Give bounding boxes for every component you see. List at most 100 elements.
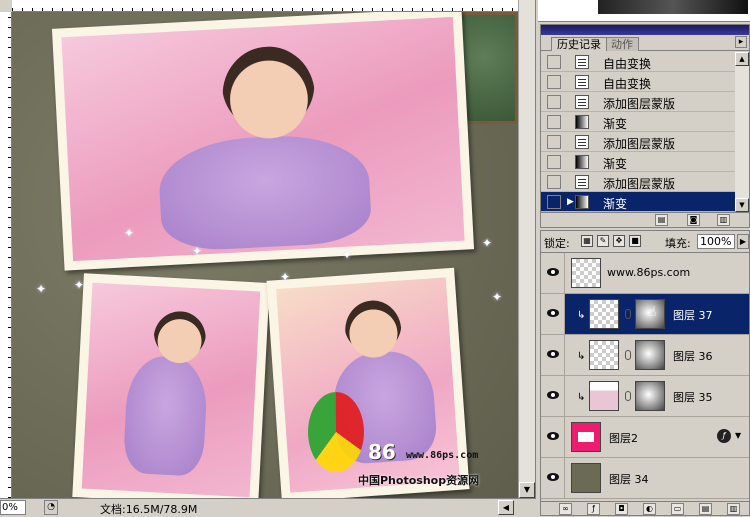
history-item-selected[interactable]: ▶ 渐变 [541,192,735,212]
link-chain-icon[interactable] [625,391,631,401]
layer-thumbnail[interactable] [589,340,619,370]
doc-icon [575,175,589,189]
visibility-toggle[interactable] [541,294,565,334]
history-item[interactable]: 自由变换 [541,52,735,72]
history-item[interactable]: 渐变 [541,152,735,172]
tab-actions[interactable]: 动作 [605,37,639,51]
canvas[interactable]: ✦ ✦ ✦ ✦ ✦ ✦ ✦ ✦ 86 www.86ps.com 中国Photos… [12,12,518,498]
adjustment-layer-icon[interactable]: ◐ [643,503,656,515]
history-item-label: 渐变 [603,197,628,211]
snapshot-checkbox[interactable] [547,115,561,129]
trash-icon[interactable]: ▥ [717,214,730,226]
visibility-toggle[interactable] [541,335,565,375]
layer-effects-icon[interactable]: ƒ [717,429,731,443]
status-menu-button[interactable]: ◔ [44,500,58,515]
navigator-thumbnail [598,0,748,14]
snapshot-checkbox[interactable] [547,55,561,69]
layer-name[interactable]: 图层 35 [673,389,713,405]
panel-titlebar[interactable] [541,25,749,35]
layer-row-selected[interactable]: ↳ ☝ 图层 37 [541,294,749,335]
history-list: 自由变换 自由变换 添加图层蒙版 渐变 添加图层蒙版 渐变 添加图层蒙版 ▶ 渐… [541,52,735,212]
layer-name[interactable]: 图层 34 [609,471,649,487]
history-footer: ▤ ◙ ▥ [541,212,749,227]
scroll-up-button[interactable]: ▲ [735,52,749,66]
history-item[interactable]: 添加图层蒙版 [541,132,735,152]
layer-mask-thumbnail[interactable] [635,340,665,370]
visibility-toggle[interactable] [541,417,565,457]
layer-name[interactable]: 图层 36 [673,348,713,364]
layer-row[interactable]: ↳ 图层 36 [541,335,749,376]
scroll-left-button[interactable]: ◀ [498,500,514,515]
link-layers-icon[interactable]: ∞ [559,503,572,515]
tab-history[interactable]: 历史记录 [551,37,607,51]
layer-thumbnail[interactable] [589,299,619,329]
layer-thumbnail[interactable] [571,463,601,493]
doc-icon [575,95,589,109]
eye-icon [547,309,559,317]
watermark: 86 www.86ps.com 中国Photoshop资源网 [308,392,508,492]
layer-row[interactable]: 图层 34 [541,458,749,499]
panel-menu-arrow-icon[interactable]: ▸ [735,36,747,48]
layer-row[interactable]: ↳ 图层 35 [541,376,749,417]
new-layer-icon[interactable]: ▤ [699,503,712,515]
visibility-toggle[interactable] [541,458,565,498]
86ps-logo-icon [308,392,364,472]
snapshot-checkbox[interactable] [547,75,561,89]
history-item[interactable]: 添加图层蒙版 [541,92,735,112]
history-item[interactable]: 渐变 [541,112,735,132]
sparkle-icon: ✦ [124,226,135,240]
history-state-pointer-icon[interactable]: ▶ [567,197,574,207]
layer-name[interactable]: 图层2 [609,430,638,446]
layer-name[interactable]: 图层 37 [673,307,713,323]
link-chain-icon[interactable] [625,350,631,360]
snapshot-checkbox[interactable] [547,195,561,209]
visibility-toggle[interactable] [541,376,565,416]
layer-style-icon[interactable]: ƒ [587,503,600,515]
layer-list: www.86ps.com ↳ ☝ 图层 37 ↳ 图层 36 ↳ 图层 35 图… [541,253,749,499]
snapshot-camera-icon[interactable]: ◙ [687,214,700,226]
layer-row[interactable]: www.86ps.com [541,253,749,294]
trash-icon[interactable]: ▥ [727,503,740,515]
gradient-icon [575,195,589,209]
lock-brush-icon[interactable]: ✎ [597,235,609,247]
lock-move-icon[interactable]: ✥ [613,235,625,247]
fill-slider-arrow-icon[interactable]: ▶ [737,234,749,249]
layer-thumbnail[interactable] [571,258,601,288]
link-chain-icon[interactable] [625,309,631,319]
zoom-field[interactable]: 0% [0,500,26,515]
document-size: 文档:16.5M/78.9M [100,503,198,516]
layer-thumbnail[interactable] [571,422,601,452]
layer-name[interactable]: www.86ps.com [607,266,690,279]
hand-cursor-icon: ☝ [648,304,657,320]
history-item-label: 渐变 [603,157,628,171]
snapshot-checkbox[interactable] [547,135,561,149]
toddler-body [122,354,209,477]
lock-transparency-icon[interactable]: ▦ [581,235,593,247]
snapshot-checkbox[interactable] [547,175,561,189]
photo-1-image [61,16,465,262]
layer-row[interactable]: 图层2 ƒ ▼ [541,417,749,458]
sparkle-icon: ✦ [74,278,85,292]
new-document-from-state-icon[interactable]: ▤ [655,214,668,226]
snapshot-checkbox[interactable] [547,95,561,109]
add-mask-icon[interactable]: ◘ [615,503,628,515]
eye-icon [547,391,559,399]
layer-mask-thumbnail[interactable] [635,381,665,411]
visibility-toggle[interactable] [541,253,565,293]
layer-thumbnail[interactable] [589,381,619,411]
history-panel: 历史记录 动作 ▸ 自由变换 自由变换 添加图层蒙版 渐变 添加图层蒙版 渐变 … [540,24,750,228]
new-group-icon[interactable]: ▭ [671,503,684,515]
history-item[interactable]: 自由变换 [541,72,735,92]
photo-crawling-toddler [51,12,475,271]
photo-standing-toddler [72,273,270,498]
lock-all-icon[interactable]: ■ [629,235,641,247]
lock-row: 锁定: ▦ ✎ ✥ ■ 填充: 100% ▶ [541,231,749,253]
scroll-down-button[interactable]: ▼ [735,198,749,212]
fill-input[interactable]: 100% [697,234,735,249]
history-scrollbar[interactable]: ▲ ▼ [735,52,749,212]
snapshot-checkbox[interactable] [547,155,561,169]
history-item[interactable]: 添加图层蒙版 [541,172,735,192]
scroll-down-button[interactable]: ▼ [519,482,535,498]
expand-effects-arrow-icon[interactable]: ▼ [735,431,741,440]
vertical-scrollbar[interactable]: ▼ [518,0,535,498]
